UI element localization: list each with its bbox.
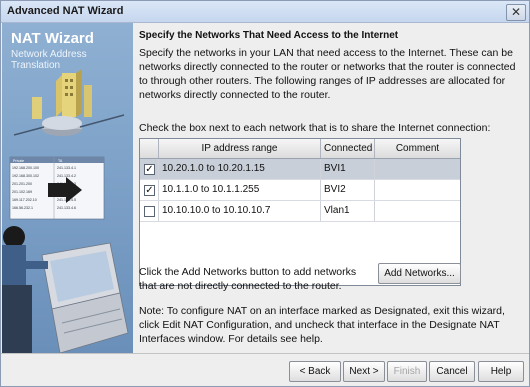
building-graphic <box>32 69 92 119</box>
connected-cell: Vlan1 <box>321 201 375 221</box>
cancel-button[interactable]: Cancel <box>429 361 475 382</box>
title-bar: Advanced NAT Wizard ✕ <box>1 1 529 23</box>
computer-graphic <box>41 242 129 353</box>
person-graphic <box>2 226 48 353</box>
illus-private-address: 192.168.200.100 <box>12 166 39 170</box>
header-comment[interactable]: Comment <box>375 139 460 158</box>
window-title: Advanced NAT Wizard <box>7 5 124 17</box>
header-checkbox-col <box>140 139 159 158</box>
wizard-sidebar: NAT Wizard Network Address Translation P… <box>2 23 133 353</box>
next-button[interactable]: Next > <box>343 361 385 382</box>
network-checkbox[interactable]: ✓ <box>144 164 155 175</box>
header-ip-range[interactable]: IP address range <box>159 139 321 158</box>
back-button[interactable]: < Back <box>289 361 341 382</box>
table-row[interactable]: ✓ 10.20.1.0 to 10.20.1.15 BVI1 <box>140 159 460 180</box>
illus-header-private: Private <box>13 159 24 163</box>
ip-range-cell: 10.1.1.0 to 10.1.1.255 <box>159 180 321 200</box>
illus-translated-address: 241.133.4.1 <box>57 166 76 170</box>
illus-private-address: 201.102.169 <box>12 190 32 194</box>
table-row[interactable]: ✓ 10.1.1.0 to 10.1.1.255 BVI2 <box>140 180 460 201</box>
network-checkbox[interactable] <box>144 206 155 217</box>
help-button[interactable]: Help <box>478 361 524 382</box>
ip-range-cell: 10.20.1.0 to 10.20.1.15 <box>159 159 321 179</box>
illus-translated-address: 241.133.4.2 <box>57 174 76 178</box>
page-heading: Specify the Networks That Need Access to… <box>139 30 399 41</box>
header-connected[interactable]: Connected <box>321 139 375 158</box>
add-networks-button[interactable]: Add Networks... <box>378 263 461 284</box>
intro-text: Specify the networks in your LAN that ne… <box>139 47 516 101</box>
nat-illustration: Private TA 192.168.200.100 241.133.4.1 192.1… <box>2 69 129 353</box>
row-checkbox-cell: ✓ <box>140 180 159 200</box>
finish-button[interactable]: Finish <box>387 361 427 382</box>
illus-private-address: 201.201.200 <box>12 182 32 186</box>
illus-translated-address: 241.133.4.6 <box>57 206 76 210</box>
network-checkbox[interactable]: ✓ <box>144 185 155 196</box>
comment-cell <box>375 201 460 221</box>
comment-cell <box>375 159 460 179</box>
illus-private-address: 169.117.202.10 <box>12 198 37 202</box>
translation-table-graphic: Private TA 192.168.200.100 241.133.4.1 192.1… <box>9 156 105 220</box>
close-button[interactable]: ✕ <box>506 4 526 21</box>
add-networks-hint: Click the Add Networks button to add net… <box>139 266 357 292</box>
instruction-text: Check the box next to each network that … <box>139 122 491 134</box>
table-row[interactable]: 10.10.10.0 to 10.10.10.7 Vlan1 <box>140 201 460 222</box>
router-graphic <box>13 114 125 136</box>
ip-range-cell: 10.10.10.0 to 10.10.10.7 <box>159 201 321 221</box>
illus-private-address: 166.56.232.1 <box>12 206 33 210</box>
table-header: IP address range Connected Comment <box>140 139 460 159</box>
note-text: Note: To configure NAT on an interface m… <box>139 305 505 345</box>
wizard-footer: < Back Next > Finish Cancel Help <box>1 353 529 387</box>
nat-wizard-window: Advanced NAT Wizard ✕ NAT Wizard Network… <box>0 0 530 387</box>
connected-cell: BVI1 <box>321 159 375 179</box>
comment-cell <box>375 180 460 200</box>
row-checkbox-cell: ✓ <box>140 159 159 179</box>
row-checkbox-cell <box>140 201 159 221</box>
illus-private-address: 192.168.300.102 <box>12 174 39 178</box>
connected-cell: BVI2 <box>321 180 375 200</box>
illus-header-ta: TA <box>58 159 63 163</box>
